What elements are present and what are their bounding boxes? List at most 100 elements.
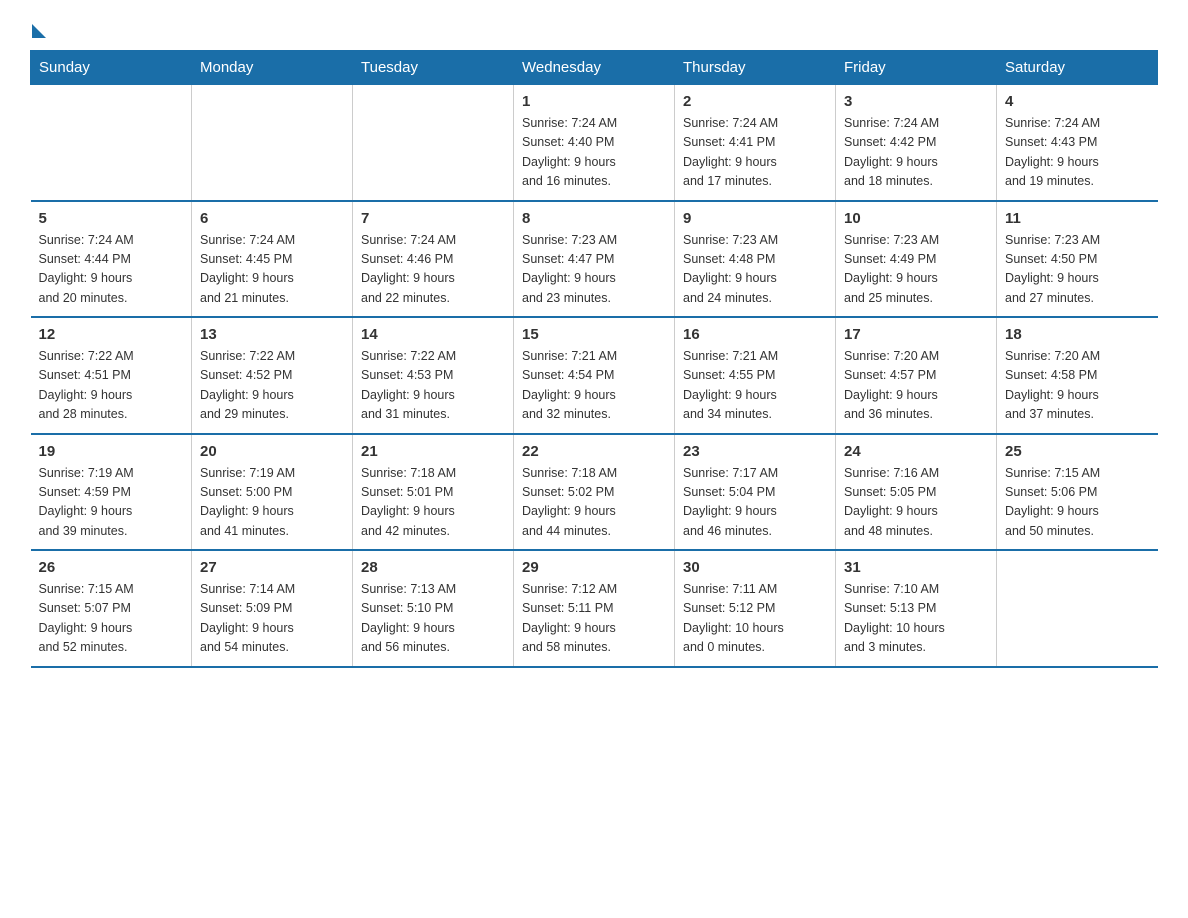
day-info: Sunrise: 7:13 AM Sunset: 5:10 PM Dayligh…	[361, 580, 505, 658]
day-number: 10	[844, 210, 988, 227]
calendar-cell: 22 Sunrise: 7:18 AM Sunset: 5:02 PM Dayli…	[514, 434, 675, 551]
day-number: 20	[200, 443, 344, 460]
calendar-cell: 23 Sunrise: 7:17 AM Sunset: 5:04 PM Dayli…	[675, 434, 836, 551]
day-info: Sunrise: 7:22 AM Sunset: 4:51 PM Dayligh…	[39, 347, 184, 425]
calendar-cell: 8 Sunrise: 7:23 AM Sunset: 4:47 PM Daylig…	[514, 201, 675, 318]
day-number: 6	[200, 210, 344, 227]
day-number: 21	[361, 443, 505, 460]
day-info: Sunrise: 7:18 AM Sunset: 5:02 PM Dayligh…	[522, 464, 666, 542]
weekday-header-tuesday: Tuesday	[353, 51, 514, 85]
day-number: 8	[522, 210, 666, 227]
calendar-cell	[192, 85, 353, 201]
day-number: 27	[200, 559, 344, 576]
day-info: Sunrise: 7:20 AM Sunset: 4:58 PM Dayligh…	[1005, 347, 1150, 425]
calendar-cell: 14 Sunrise: 7:22 AM Sunset: 4:53 PM Dayli…	[353, 317, 514, 434]
day-info: Sunrise: 7:24 AM Sunset: 4:41 PM Dayligh…	[683, 114, 827, 192]
day-number: 5	[39, 210, 184, 227]
day-info: Sunrise: 7:23 AM Sunset: 4:48 PM Dayligh…	[683, 231, 827, 309]
day-info: Sunrise: 7:21 AM Sunset: 4:55 PM Dayligh…	[683, 347, 827, 425]
day-info: Sunrise: 7:24 AM Sunset: 4:45 PM Dayligh…	[200, 231, 344, 309]
calendar-cell: 5 Sunrise: 7:24 AM Sunset: 4:44 PM Daylig…	[31, 201, 192, 318]
calendar-cell	[997, 550, 1158, 667]
day-info: Sunrise: 7:15 AM Sunset: 5:06 PM Dayligh…	[1005, 464, 1150, 542]
day-info: Sunrise: 7:23 AM Sunset: 4:47 PM Dayligh…	[522, 231, 666, 309]
calendar-cell: 1 Sunrise: 7:24 AM Sunset: 4:40 PM Daylig…	[514, 85, 675, 201]
calendar-cell: 25 Sunrise: 7:15 AM Sunset: 5:06 PM Dayli…	[997, 434, 1158, 551]
calendar-cell: 26Sunrise: 7:15 AM Sunset: 5:07 PM Dayli…	[31, 550, 192, 667]
day-number: 18	[1005, 326, 1150, 343]
calendar-header-row: SundayMondayTuesdayWednesdayThursdayFrid…	[31, 51, 1158, 85]
day-info: Sunrise: 7:24 AM Sunset: 4:42 PM Dayligh…	[844, 114, 988, 192]
day-info: Sunrise: 7:24 AM Sunset: 4:44 PM Dayligh…	[39, 231, 184, 309]
calendar-cell: 21 Sunrise: 7:18 AM Sunset: 5:01 PM Dayli…	[353, 434, 514, 551]
day-info: Sunrise: 7:11 AM Sunset: 5:12 PM Dayligh…	[683, 580, 827, 658]
day-info: Sunrise: 7:24 AM Sunset: 4:43 PM Dayligh…	[1005, 114, 1150, 192]
day-number: 19	[39, 443, 184, 460]
calendar-week-4: 19 Sunrise: 7:19 AM Sunset: 4:59 PM Dayli…	[31, 434, 1158, 551]
day-number: 11	[1005, 210, 1150, 227]
day-info: Sunrise: 7:21 AM Sunset: 4:54 PM Dayligh…	[522, 347, 666, 425]
day-info: Sunrise: 7:19 AM Sunset: 4:59 PM Dayligh…	[39, 464, 184, 542]
page-header	[30, 20, 1158, 34]
day-info: Sunrise: 7:17 AM Sunset: 5:04 PM Dayligh…	[683, 464, 827, 542]
day-info: Sunrise: 7:16 AM Sunset: 5:05 PM Dayligh…	[844, 464, 988, 542]
day-info: Sunrise: 7:24 AM Sunset: 4:40 PM Dayligh…	[522, 114, 666, 192]
day-info: Sunrise: 7:20 AM Sunset: 4:57 PM Dayligh…	[844, 347, 988, 425]
calendar-cell: 10Sunrise: 7:23 AM Sunset: 4:49 PM Dayli…	[836, 201, 997, 318]
weekday-header-wednesday: Wednesday	[514, 51, 675, 85]
day-number: 7	[361, 210, 505, 227]
day-number: 25	[1005, 443, 1150, 460]
day-number: 30	[683, 559, 827, 576]
day-info: Sunrise: 7:12 AM Sunset: 5:11 PM Dayligh…	[522, 580, 666, 658]
calendar-cell: 13 Sunrise: 7:22 AM Sunset: 4:52 PM Dayli…	[192, 317, 353, 434]
day-number: 1	[522, 93, 666, 110]
calendar-cell: 6 Sunrise: 7:24 AM Sunset: 4:45 PM Daylig…	[192, 201, 353, 318]
day-info: Sunrise: 7:24 AM Sunset: 4:46 PM Dayligh…	[361, 231, 505, 309]
calendar-cell: 11 Sunrise: 7:23 AM Sunset: 4:50 PM Dayli…	[997, 201, 1158, 318]
day-number: 22	[522, 443, 666, 460]
calendar-cell: 16Sunrise: 7:21 AM Sunset: 4:55 PM Dayli…	[675, 317, 836, 434]
calendar-cell: 24 Sunrise: 7:16 AM Sunset: 5:05 PM Dayli…	[836, 434, 997, 551]
calendar-cell: 29 Sunrise: 7:12 AM Sunset: 5:11 PM Dayli…	[514, 550, 675, 667]
logo-triangle-icon	[32, 24, 46, 38]
calendar-cell: 7 Sunrise: 7:24 AM Sunset: 4:46 PM Daylig…	[353, 201, 514, 318]
day-number: 23	[683, 443, 827, 460]
calendar-week-3: 12 Sunrise: 7:22 AM Sunset: 4:51 PM Dayli…	[31, 317, 1158, 434]
day-number: 2	[683, 93, 827, 110]
day-number: 17	[844, 326, 988, 343]
day-number: 3	[844, 93, 988, 110]
day-number: 13	[200, 326, 344, 343]
day-info: Sunrise: 7:18 AM Sunset: 5:01 PM Dayligh…	[361, 464, 505, 542]
calendar-cell: 4Sunrise: 7:24 AM Sunset: 4:43 PM Daylig…	[997, 85, 1158, 201]
calendar-cell: 3 Sunrise: 7:24 AM Sunset: 4:42 PM Daylig…	[836, 85, 997, 201]
day-number: 26	[39, 559, 184, 576]
day-number: 29	[522, 559, 666, 576]
calendar-cell	[31, 85, 192, 201]
calendar-cell	[353, 85, 514, 201]
day-info: Sunrise: 7:10 AM Sunset: 5:13 PM Dayligh…	[844, 580, 988, 658]
day-number: 14	[361, 326, 505, 343]
day-number: 28	[361, 559, 505, 576]
day-info: Sunrise: 7:14 AM Sunset: 5:09 PM Dayligh…	[200, 580, 344, 658]
day-info: Sunrise: 7:22 AM Sunset: 4:53 PM Dayligh…	[361, 347, 505, 425]
calendar-week-1: 1 Sunrise: 7:24 AM Sunset: 4:40 PM Daylig…	[31, 85, 1158, 201]
calendar-week-2: 5 Sunrise: 7:24 AM Sunset: 4:44 PM Daylig…	[31, 201, 1158, 318]
calendar-week-5: 26Sunrise: 7:15 AM Sunset: 5:07 PM Dayli…	[31, 550, 1158, 667]
logo	[30, 20, 46, 34]
calendar-cell: 30 Sunrise: 7:11 AM Sunset: 5:12 PM Dayli…	[675, 550, 836, 667]
day-number: 24	[844, 443, 988, 460]
calendar-cell: 15 Sunrise: 7:21 AM Sunset: 4:54 PM Dayli…	[514, 317, 675, 434]
day-number: 15	[522, 326, 666, 343]
calendar-cell: 12 Sunrise: 7:22 AM Sunset: 4:51 PM Dayli…	[31, 317, 192, 434]
calendar-cell: 19 Sunrise: 7:19 AM Sunset: 4:59 PM Dayli…	[31, 434, 192, 551]
calendar-table: SundayMondayTuesdayWednesdayThursdayFrid…	[30, 50, 1158, 668]
calendar-cell: 17 Sunrise: 7:20 AM Sunset: 4:57 PM Dayli…	[836, 317, 997, 434]
day-number: 12	[39, 326, 184, 343]
day-info: Sunrise: 7:22 AM Sunset: 4:52 PM Dayligh…	[200, 347, 344, 425]
day-number: 9	[683, 210, 827, 227]
calendar-cell: 2 Sunrise: 7:24 AM Sunset: 4:41 PM Daylig…	[675, 85, 836, 201]
weekday-header-saturday: Saturday	[997, 51, 1158, 85]
day-info: Sunrise: 7:23 AM Sunset: 4:50 PM Dayligh…	[1005, 231, 1150, 309]
day-info: Sunrise: 7:19 AM Sunset: 5:00 PM Dayligh…	[200, 464, 344, 542]
calendar-cell: 31Sunrise: 7:10 AM Sunset: 5:13 PM Dayli…	[836, 550, 997, 667]
